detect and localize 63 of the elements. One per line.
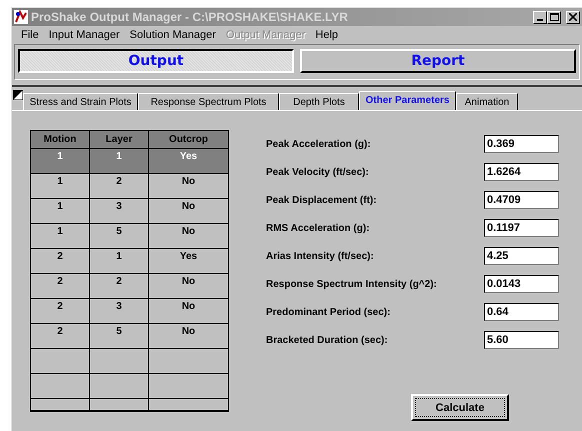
table-cell[interactable]: 2 xyxy=(90,174,149,199)
parameter-field[interactable]: 0.4709 xyxy=(484,191,559,209)
parameter-field[interactable]: 4.25 xyxy=(484,247,559,265)
calculate-button[interactable]: Calculate xyxy=(411,394,509,421)
parameter-field[interactable]: 1.6264 xyxy=(484,163,559,181)
table-cell[interactable]: 3 xyxy=(90,199,149,224)
parameter-field[interactable]: 0.1197 xyxy=(484,219,559,237)
window-title: ProShake Output Manager - C:\PROSHAKE\SHAKE.LYR xyxy=(31,10,349,24)
column-header: Motion xyxy=(31,131,90,149)
table-cell[interactable]: 2 xyxy=(31,274,90,299)
table-cell[interactable]: Yes xyxy=(149,249,228,274)
table-cell[interactable]: 1 xyxy=(90,249,149,274)
table-cell[interactable]: 5 xyxy=(90,324,149,349)
table-cell[interactable]: 1 xyxy=(31,199,90,224)
table-cell[interactable]: 3 xyxy=(90,299,149,324)
tab[interactable]: Stress and Strain Plots xyxy=(23,93,138,110)
maximize-icon xyxy=(550,13,558,21)
table-cell[interactable]: No xyxy=(149,224,228,249)
app-icon xyxy=(14,10,28,24)
table-cell[interactable]: No xyxy=(149,199,228,224)
parameter-label: Predominant Period (sec): xyxy=(266,306,390,318)
tab[interactable]: Response Spectrum Plots xyxy=(138,93,279,110)
parameter-field[interactable]: 0.0143 xyxy=(484,275,559,293)
menu-item[interactable]: Input Manager xyxy=(44,28,125,40)
table-cell[interactable]: 1 xyxy=(31,174,90,199)
table-cell[interactable]: 2 xyxy=(90,274,149,299)
toolbar-button[interactable]: Report xyxy=(300,49,576,73)
table-cell[interactable]: 2 xyxy=(31,299,90,324)
table-cell[interactable]: 5 xyxy=(90,224,149,249)
table-cell[interactable]: 1 xyxy=(31,224,90,249)
corner-icon xyxy=(13,90,23,100)
table-cell[interactable]: 2 xyxy=(31,249,90,274)
tab[interactable]: Depth Plots xyxy=(279,93,359,110)
parameter-label: Peak Velocity (ft/sec): xyxy=(266,166,369,178)
parameter-label: Response Spectrum Intensity (g^2): xyxy=(266,278,437,290)
menu-item[interactable]: File xyxy=(16,28,44,40)
table-cell[interactable]: 1 xyxy=(90,149,149,174)
table-cell[interactable]: Yes xyxy=(149,149,228,174)
tab[interactable]: Animation xyxy=(456,93,518,110)
table-cell[interactable]: No xyxy=(149,299,228,324)
minimize-button[interactable] xyxy=(533,10,547,24)
toolbar-button[interactable]: Output xyxy=(18,49,294,73)
parameter-field[interactable]: 0.64 xyxy=(484,303,559,321)
close-button[interactable] xyxy=(566,10,580,24)
parameter-field[interactable]: 0.369 xyxy=(484,135,559,153)
close-icon xyxy=(569,13,577,21)
parameter-label: RMS Acceleration (g): xyxy=(266,222,370,234)
menu-item[interactable]: Solution Manager xyxy=(124,28,221,40)
parameter-label: Arias Intensity (ft/sec): xyxy=(266,250,374,262)
parameter-label: Peak Acceleration (g): xyxy=(266,138,371,150)
table-cell[interactable]: 2 xyxy=(31,324,90,349)
table-cell[interactable]: No xyxy=(149,174,228,199)
parameter-field[interactable]: 5.60 xyxy=(484,331,559,349)
tab[interactable]: Other Parameters xyxy=(359,91,456,110)
column-header: Layer xyxy=(90,131,149,149)
table-cell[interactable]: 1 xyxy=(31,149,90,174)
parameter-label: Bracketed Duration (sec): xyxy=(266,334,388,346)
table-cell[interactable]: No xyxy=(149,324,228,349)
parameter-label: Peak Displacement (ft): xyxy=(266,194,377,206)
menu-item[interactable]: Help xyxy=(310,28,344,40)
maximize-button[interactable] xyxy=(547,10,561,24)
table-cell[interactable]: No xyxy=(149,274,228,299)
column-header: Outcrop xyxy=(149,131,228,149)
